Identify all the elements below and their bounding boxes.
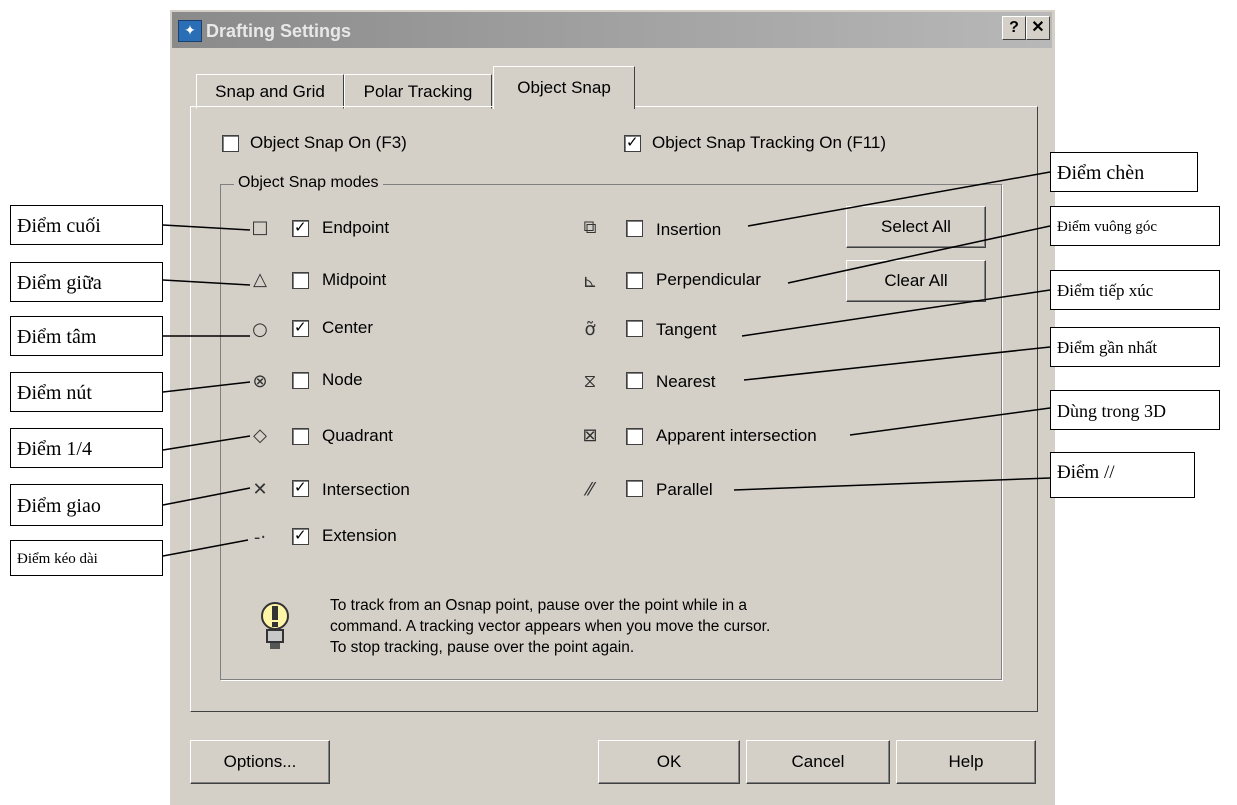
cancel-button[interactable]: Cancel bbox=[746, 740, 890, 784]
insertion-marker-icon: ⧉ bbox=[583, 217, 597, 238]
tangent-label: Tangent bbox=[656, 320, 717, 339]
midpoint-marker-icon: △ bbox=[253, 269, 267, 290]
extension-label: Extension bbox=[322, 526, 397, 545]
annotation-endpoint: Điểm cuối bbox=[10, 205, 163, 245]
center-checkbox[interactable]: ✓ bbox=[292, 318, 309, 337]
snap-modes-group-label: Object Snap modes bbox=[234, 174, 383, 192]
endpoint-checkbox[interactable]: ✓ bbox=[292, 218, 309, 237]
object-snap-on-checkbox[interactable] bbox=[222, 135, 239, 152]
quadrant-marker-icon: ◇ bbox=[253, 425, 267, 446]
annotation-intersection: Điểm giao bbox=[10, 484, 163, 526]
perpendicular-label: Perpendicular bbox=[656, 270, 761, 289]
options-button[interactable]: Options... bbox=[190, 740, 330, 784]
perpendicular-marker-icon: ⊾ bbox=[582, 271, 598, 292]
annotation-3d: Dùng trong 3D bbox=[1050, 390, 1220, 430]
tab-snap-and-grid[interactable]: Snap and Grid bbox=[196, 74, 344, 109]
endpoint-label: Endpoint bbox=[322, 218, 390, 237]
nearest-checkbox[interactable] bbox=[626, 372, 643, 389]
app-icon: ✦ bbox=[178, 20, 202, 42]
intersection-checkbox[interactable]: ✓ bbox=[292, 478, 309, 497]
help-title-button[interactable]: ? bbox=[1002, 16, 1026, 40]
tip-line-3: To stop tracking, pause over the point a… bbox=[330, 639, 635, 656]
annotation-tangent: Điểm tiếp xúc bbox=[1050, 270, 1220, 310]
center-marker-icon: ○ bbox=[252, 319, 268, 340]
apparent-intersection-marker-icon: ⊠ bbox=[582, 425, 598, 446]
tangent-marker-icon: ỡ bbox=[584, 319, 596, 340]
node-checkbox[interactable] bbox=[292, 372, 309, 389]
annotation-quadrant: Điểm 1/4 bbox=[10, 428, 163, 468]
close-button[interactable]: ✕ bbox=[1026, 16, 1050, 40]
select-all-button[interactable]: Select All bbox=[846, 206, 986, 248]
parallel-label: Parallel bbox=[656, 480, 713, 499]
extension-checkbox[interactable]: ✓ bbox=[292, 526, 309, 545]
lightbulb-icon bbox=[258, 598, 292, 656]
annotation-insertion: Điểm chèn bbox=[1050, 152, 1198, 192]
intersection-label: Intersection bbox=[322, 480, 410, 499]
check-icon: ✓ bbox=[294, 218, 307, 236]
clear-all-button[interactable]: Clear All bbox=[846, 260, 986, 302]
ok-button[interactable]: OK bbox=[598, 740, 740, 784]
midpoint-label: Midpoint bbox=[322, 270, 387, 289]
annotation-perpendicular: Điểm vuông góc bbox=[1050, 206, 1220, 246]
annotation-center: Điểm tâm bbox=[10, 316, 163, 356]
check-icon: ✓ bbox=[626, 133, 639, 151]
tip-line-2: command. A tracking vector appears when … bbox=[330, 618, 771, 635]
tangent-checkbox[interactable] bbox=[626, 320, 643, 337]
object-snap-tracking-checkbox[interactable]: ✓ bbox=[624, 133, 641, 152]
extension-marker-icon: -· bbox=[253, 527, 267, 548]
object-snap-on-label: Object Snap On (F3) bbox=[250, 133, 407, 152]
check-icon: ✓ bbox=[294, 318, 307, 336]
annotation-extension: Điểm kéo dài bbox=[10, 540, 163, 576]
annotation-midpoint: Điểm giữa bbox=[10, 262, 163, 302]
insertion-label: Insertion bbox=[656, 220, 722, 239]
nearest-label: Nearest bbox=[656, 372, 716, 391]
apparent-intersection-checkbox[interactable] bbox=[626, 428, 643, 445]
annotation-parallel: Điểm // bbox=[1050, 452, 1195, 498]
node-label: Node bbox=[322, 370, 363, 389]
insertion-checkbox[interactable] bbox=[626, 220, 643, 237]
midpoint-checkbox[interactable] bbox=[292, 272, 309, 289]
quadrant-label: Quadrant bbox=[322, 426, 393, 445]
close-icon: ✕ bbox=[1031, 19, 1045, 36]
parallel-checkbox[interactable] bbox=[626, 480, 643, 497]
center-label: Center bbox=[322, 318, 374, 337]
nearest-marker-icon: ⧖ bbox=[583, 371, 597, 392]
annotation-nearest: Điểm gần nhất bbox=[1050, 327, 1220, 367]
node-marker-icon: ⊗ bbox=[252, 371, 268, 392]
endpoint-marker-icon: □ bbox=[251, 217, 269, 238]
tip-line-1: To track from an Osnap point, pause over… bbox=[330, 597, 748, 614]
check-icon: ✓ bbox=[294, 478, 307, 496]
tab-object-snap[interactable]: Object Snap bbox=[493, 66, 635, 109]
annotation-node: Điểm nút bbox=[10, 372, 163, 412]
intersection-marker-icon: ✕ bbox=[252, 479, 268, 500]
object-snap-tracking-label: Object Snap Tracking On (F11) bbox=[652, 133, 887, 152]
check-icon: ✓ bbox=[294, 526, 307, 544]
help-button[interactable]: Help bbox=[896, 740, 1036, 784]
apparent-intersection-label: Apparent intersection bbox=[656, 426, 817, 445]
quadrant-checkbox[interactable] bbox=[292, 428, 309, 445]
tab-polar-tracking[interactable]: Polar Tracking bbox=[344, 74, 492, 109]
parallel-marker-icon: ⁄⁄ bbox=[586, 479, 593, 500]
perpendicular-checkbox[interactable] bbox=[626, 272, 643, 289]
window-title: Drafting Settings bbox=[206, 21, 352, 41]
